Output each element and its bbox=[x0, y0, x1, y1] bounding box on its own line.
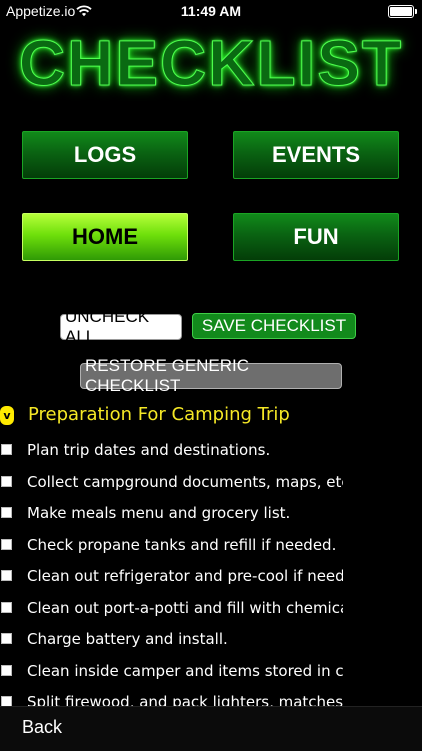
uncheck-all-button[interactable]: UNCHECK ALL bbox=[60, 307, 182, 346]
checklist-item[interactable]: Plan trip dates and destinations. bbox=[0, 435, 422, 466]
checklist-item[interactable]: Charge battery and install. bbox=[0, 624, 422, 655]
item-label: Clean out refrigerator and pre-cool if n… bbox=[27, 567, 343, 585]
item-label: Check propane tanks and refill if needed… bbox=[27, 535, 337, 554]
item-checkbox[interactable] bbox=[1, 538, 12, 550]
checklist-item[interactable]: Clean inside camper and items stored in … bbox=[0, 656, 422, 687]
events-button[interactable]: EVENTS bbox=[233, 131, 399, 179]
logs-button[interactable]: LOGS bbox=[22, 131, 188, 179]
restore-generic-checklist-button[interactable]: RESTORE GENERIC CHECKLIST bbox=[80, 356, 342, 395]
item-label: Clean inside camper and items stored in … bbox=[27, 661, 343, 680]
status-bar: Appetize.io 11:49 AM bbox=[0, 0, 422, 22]
checklist-item[interactable]: Clean out refrigerator and pre-cool if n… bbox=[0, 561, 422, 592]
home-button[interactable]: HOME bbox=[22, 213, 188, 261]
checklist-item[interactable]: Check propane tanks and refill if needed… bbox=[0, 530, 422, 561]
item-label: Plan trip dates and destinations. bbox=[27, 441, 271, 459]
checklist-item[interactable]: Clean out port-a-potti and fill with che… bbox=[0, 593, 422, 624]
item-label: Make meals menu and grocery list. bbox=[27, 504, 291, 522]
item-label: Collect campground documents, maps, etc. bbox=[27, 472, 343, 491]
item-checkbox[interactable] bbox=[1, 601, 12, 613]
item-checkbox[interactable] bbox=[1, 570, 12, 581]
item-checkbox[interactable] bbox=[1, 664, 12, 676]
back-button[interactable]: Back bbox=[22, 717, 62, 738]
section-title: Preparation For Camping Trip bbox=[28, 404, 290, 425]
item-checkbox[interactable] bbox=[1, 633, 12, 644]
app-title: CHECKLIST bbox=[18, 27, 404, 100]
section-checkbox[interactable]: v bbox=[0, 406, 14, 425]
save-checklist-button[interactable]: SAVE CHECKLIST bbox=[192, 313, 356, 339]
item-label: Charge battery and install. bbox=[27, 630, 228, 648]
fun-button[interactable]: FUN bbox=[233, 213, 399, 261]
item-checkbox[interactable] bbox=[1, 444, 12, 455]
item-checkbox[interactable] bbox=[1, 475, 12, 487]
status-time: 11:49 AM bbox=[180, 3, 242, 19]
battery-icon bbox=[388, 5, 417, 18]
bottom-bar: Back bbox=[0, 706, 422, 751]
checklist-item[interactable]: Collect campground documents, maps, etc. bbox=[0, 467, 422, 498]
checklist-item[interactable]: Make meals menu and grocery list. bbox=[0, 498, 422, 529]
item-checkbox[interactable] bbox=[1, 507, 12, 518]
item-label: Clean out port-a-potti and fill with che… bbox=[27, 598, 343, 617]
